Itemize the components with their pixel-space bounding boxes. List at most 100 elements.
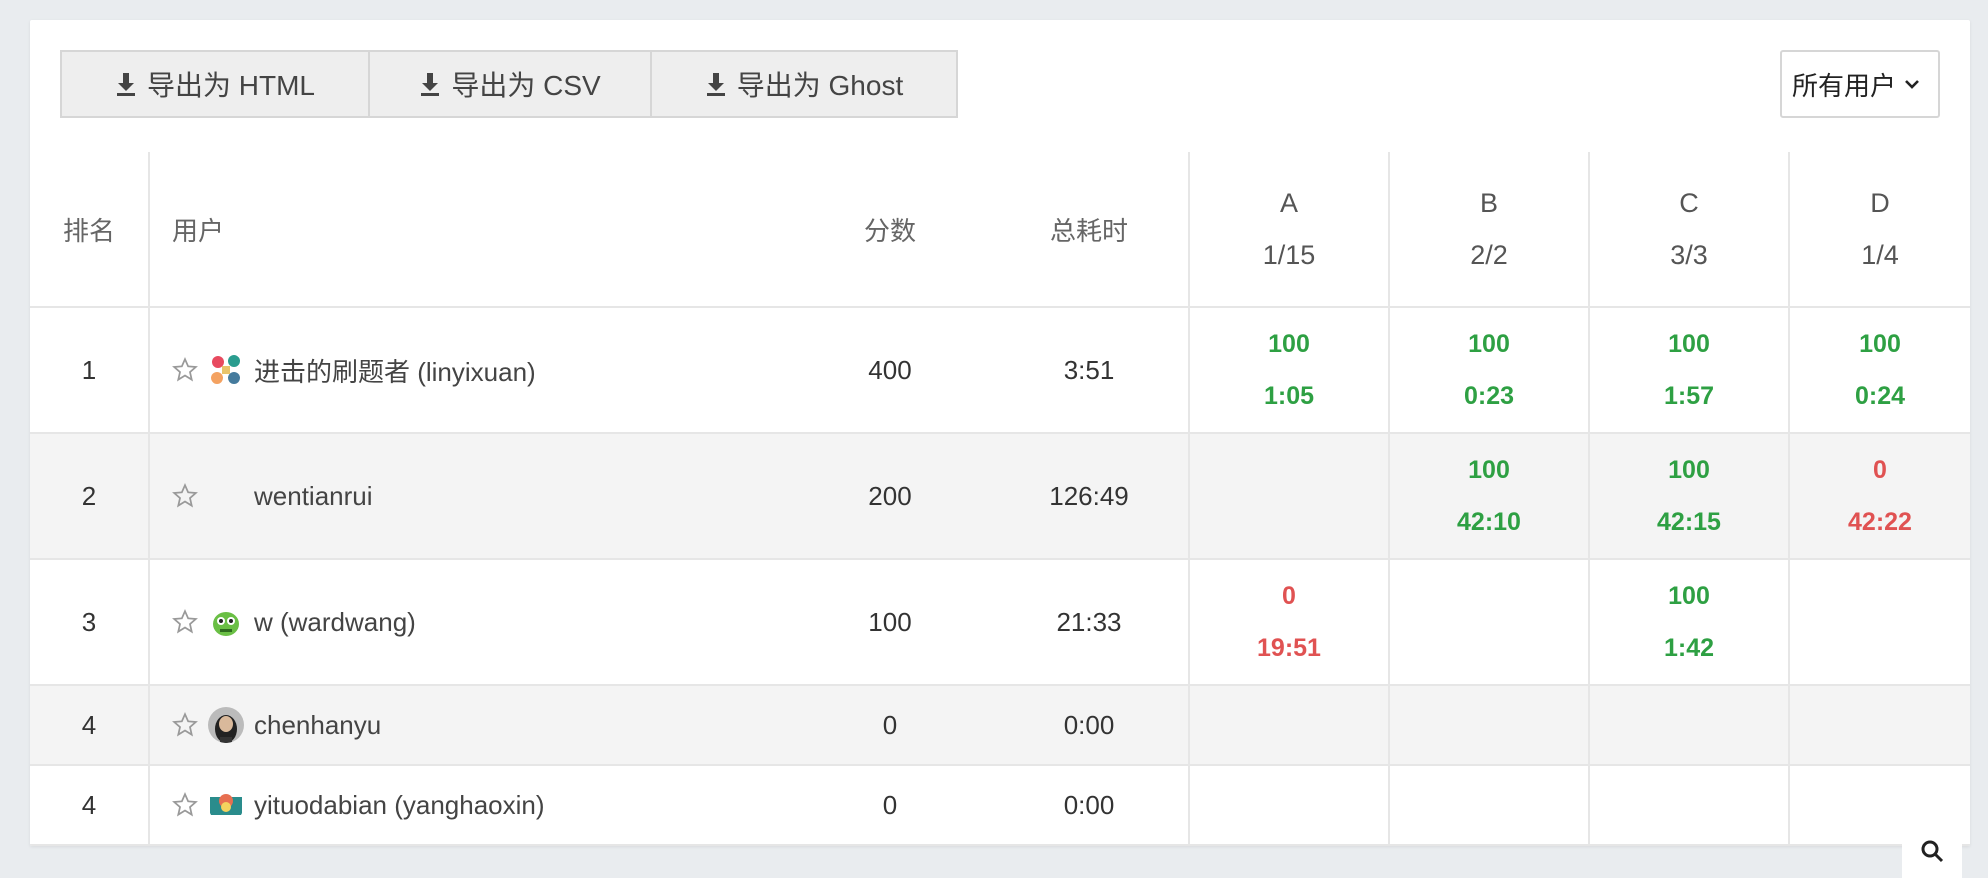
search-button[interactable]	[1902, 838, 1962, 878]
result-cell-b	[1390, 686, 1590, 764]
problem-stat: 3/3	[1670, 240, 1708, 270]
avatar	[208, 478, 244, 514]
rank-cell: 4	[30, 686, 150, 764]
result-cell-d[interactable]: 100 0:24	[1790, 308, 1970, 432]
result-time: 1:57	[1663, 382, 1715, 410]
problem-letter: C	[1679, 188, 1699, 218]
total-time-cell: 0:00	[990, 686, 1190, 764]
problem-stat: 1/15	[1262, 240, 1316, 270]
result-time: 42:10	[1457, 508, 1521, 536]
score-header[interactable]: 分数	[790, 152, 990, 306]
total-time-header[interactable]: 总耗时	[990, 152, 1190, 306]
export-html-button[interactable]: 导出为 HTML	[60, 50, 370, 118]
result-time: 1:42	[1663, 634, 1715, 662]
user-filter-select[interactable]: 所有用户	[1780, 50, 1940, 118]
problem-letter: A	[1279, 188, 1298, 218]
result-cell-b	[1390, 560, 1590, 684]
table-row: 2 wentianrui 200 126:49 100 42:10 100 42…	[30, 434, 1970, 560]
result-time: 42:22	[1848, 508, 1912, 536]
result-time: 1:05	[1263, 382, 1315, 410]
rank-cell: 3	[30, 560, 150, 684]
result-cell-d	[1790, 766, 1970, 844]
user-filter-value: 所有用户	[1792, 70, 1897, 101]
user-cell: 进击的刷题者 (linyixuan)	[150, 308, 790, 432]
username[interactable]: wentianrui	[254, 481, 373, 512]
avatar	[208, 352, 244, 388]
user-cell: yituodabian (yanghaoxin)	[150, 766, 790, 844]
result-score: 100	[1468, 330, 1510, 358]
result-time: 0:24	[1854, 382, 1906, 410]
avatar	[208, 604, 244, 640]
table-row: 4 yituodabian (yanghaoxin) 0 0:00	[30, 766, 1970, 846]
result-cell-d	[1790, 560, 1970, 684]
user-header: 用户	[172, 215, 225, 246]
result-cell-c[interactable]: 100 1:42	[1590, 560, 1790, 684]
result-cell-d	[1790, 686, 1970, 764]
result-score: 100	[1468, 456, 1510, 484]
export-ghost-button[interactable]: 导出为 Ghost	[650, 50, 958, 118]
result-score: 100	[1268, 330, 1310, 358]
avatar	[208, 707, 244, 743]
username[interactable]: w (wardwang)	[254, 607, 416, 638]
export-csv-label: 导出为 CSV	[451, 70, 601, 101]
rank-header: 排名	[30, 152, 150, 306]
result-cell-d[interactable]: 0 42:22	[1790, 434, 1970, 558]
problem-header-c[interactable]: C 3/3	[1590, 152, 1790, 306]
star-icon[interactable]	[172, 357, 198, 383]
result-cell-b[interactable]: 100 42:10	[1390, 434, 1590, 558]
problem-stat: 2/2	[1470, 240, 1508, 270]
username[interactable]: 进击的刷题者 (linyixuan)	[254, 352, 536, 389]
result-cell-c	[1590, 766, 1790, 844]
problem-letter: D	[1870, 188, 1890, 218]
problem-header-b[interactable]: B 2/2	[1390, 152, 1590, 306]
table-row: 4 chenhanyu 0 0:00	[30, 686, 1970, 766]
result-cell-a	[1190, 434, 1390, 558]
problem-header-a[interactable]: A 1/15	[1190, 152, 1390, 306]
score-cell: 200	[868, 480, 912, 511]
search-icon	[1921, 840, 1944, 863]
result-cell-a[interactable]: 100 1:05	[1190, 308, 1390, 432]
result-time: 19:51	[1257, 634, 1321, 662]
download-icon	[706, 73, 725, 96]
user-cell: w (wardwang)	[150, 560, 790, 684]
export-csv-button[interactable]: 导出为 CSV	[368, 50, 652, 118]
rank-cell: 1	[30, 308, 150, 432]
score-cell: 100	[868, 606, 912, 637]
download-icon	[116, 73, 135, 96]
result-cell-c[interactable]: 100 1:57	[1590, 308, 1790, 432]
result-cell-a	[1190, 766, 1390, 844]
user-cell: chenhanyu	[150, 686, 790, 764]
result-cell-a[interactable]: 0 19:51	[1190, 560, 1390, 684]
result-cell-b[interactable]: 100 0:23	[1390, 308, 1590, 432]
star-icon[interactable]	[172, 712, 198, 738]
rank-cell: 4	[30, 766, 150, 844]
result-time: 42:15	[1657, 508, 1721, 536]
score-cell: 400	[868, 354, 912, 385]
score-cell: 0	[882, 709, 898, 740]
export-html-label: 导出为 HTML	[146, 70, 315, 101]
avatar	[208, 787, 244, 823]
total-time-cell: 0:00	[990, 766, 1190, 844]
star-icon[interactable]	[172, 483, 198, 509]
rank-cell: 2	[30, 434, 150, 558]
username[interactable]: yituodabian (yanghaoxin)	[254, 790, 545, 821]
result-score: 100	[1668, 582, 1710, 610]
table-row: 3 w (wardwang) 100 21:33 0 19:51 100 1:4…	[30, 560, 1970, 686]
result-time: 0:23	[1463, 382, 1515, 410]
result-cell-a	[1190, 686, 1390, 764]
table-row: 1 进击的刷题者 (linyixuan) 400 3:51 100 1:05 1…	[30, 308, 1970, 434]
ranklist-table: 排名 用户 分数 总耗时 A 1/15 B 2/2 C 3/3 D 1/4 1	[30, 152, 1970, 846]
total-time-cell: 21:33	[990, 560, 1190, 684]
username[interactable]: chenhanyu	[254, 710, 381, 741]
result-cell-c[interactable]: 100 42:15	[1590, 434, 1790, 558]
user-cell: wentianrui	[150, 434, 790, 558]
score-cell: 0	[882, 789, 898, 820]
table-header: 排名 用户 分数 总耗时 A 1/15 B 2/2 C 3/3 D 1/4	[30, 152, 1970, 308]
problem-header-d[interactable]: D 1/4	[1790, 152, 1970, 306]
result-cell-b	[1390, 766, 1590, 844]
result-cell-c	[1590, 686, 1790, 764]
star-icon[interactable]	[172, 609, 198, 635]
download-icon	[421, 73, 440, 96]
star-icon[interactable]	[172, 792, 198, 818]
problem-stat: 1/4	[1861, 240, 1899, 270]
